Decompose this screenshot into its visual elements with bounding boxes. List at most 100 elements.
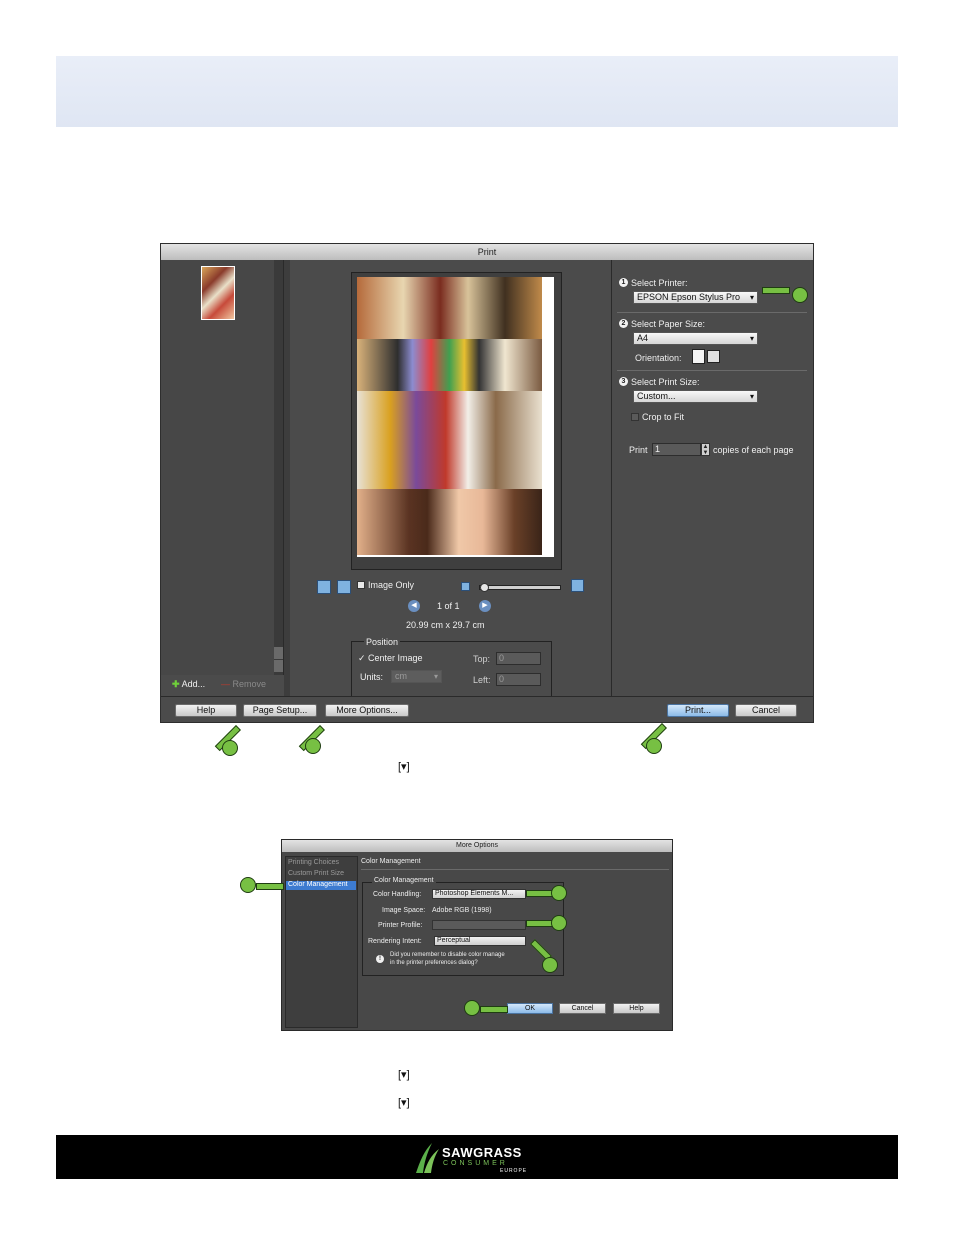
units-select[interactable]: cm: [391, 670, 442, 683]
ok-button[interactable]: OK: [507, 1003, 553, 1014]
scroll-arrow-down[interactable]: [274, 660, 283, 672]
image-only-checkbox[interactable]: [357, 581, 365, 589]
zoom-out-icon[interactable]: [461, 582, 470, 591]
select-paper-size-label: Select Paper Size:: [631, 319, 706, 329]
collage-image: [357, 277, 542, 555]
cancel-button[interactable]: Cancel: [559, 1003, 606, 1014]
sidebar-item-color-management[interactable]: Color Management: [286, 881, 356, 890]
callout-arrow-printer-profile: [526, 920, 554, 927]
paper-size-select[interactable]: A4: [633, 332, 758, 345]
fit-page-icon[interactable]: [317, 580, 331, 594]
callout-circle-page-setup: [222, 740, 238, 756]
thumbnail-scrollbar[interactable]: [274, 260, 284, 675]
page-thumbnail[interactable]: [201, 266, 235, 320]
top-label: Top:: [473, 654, 491, 664]
center-image-check-icon[interactable]: ✓: [358, 653, 366, 664]
cancel-button[interactable]: Cancel: [735, 704, 797, 717]
units-label: Units:: [360, 672, 384, 682]
position-label: Position: [364, 637, 401, 648]
section-title: Color Management: [361, 858, 421, 865]
preview-page: [357, 277, 554, 557]
bottom-bar-divider: [161, 696, 813, 697]
note-line-2: in the printer preferences dialog?: [390, 960, 478, 966]
landscape-orientation-icon[interactable]: [707, 350, 720, 363]
step-1-badge: 1: [619, 278, 628, 287]
dropdown-marker-2: [▾]: [398, 1069, 410, 1081]
center-image-label: Center Image: [368, 653, 423, 663]
print-dimensions: 20.99 cm x 29.7 cm: [406, 620, 485, 630]
copies-prefix: Print: [629, 445, 648, 455]
zoom-in-icon[interactable]: [571, 579, 584, 592]
rotate-icon[interactable]: [337, 580, 351, 594]
right-panel-divider: [611, 260, 612, 696]
rendering-intent-select[interactable]: Perceptual: [434, 936, 526, 946]
next-page-icon[interactable]: ▶: [479, 600, 491, 612]
color-handling-label: Color Handling:: [373, 891, 422, 898]
callout-circle-printer-profile: [551, 915, 567, 931]
note-line-1: Did you remember to disable color manage: [390, 952, 505, 958]
page-setup-button[interactable]: Page Setup...: [243, 704, 317, 717]
print-dialog: Print ✚ Add... — Remove Image Only ◀ 1 o…: [160, 243, 814, 723]
crop-to-fit-checkbox[interactable]: [631, 413, 639, 421]
collage-shelf: [357, 391, 542, 489]
image-space-value: Adobe RGB (1998): [432, 907, 492, 914]
crop-to-fit-label: Crop to Fit: [642, 412, 685, 422]
sidebar-item-custom-print-size[interactable]: Custom Print Size: [288, 870, 344, 877]
select-print-size-label: Select Print Size:: [631, 377, 700, 387]
sidebar-item-printing-choices[interactable]: Printing Choices: [288, 859, 339, 866]
collage-top: [357, 277, 542, 339]
callout-circle-more-options: [305, 738, 321, 754]
copies-stepper[interactable]: ▲ ▼: [701, 443, 710, 456]
printer-profile-label: Printer Profile:: [378, 922, 423, 929]
top-input[interactable]: 0: [496, 652, 541, 665]
more-options-title: More Options: [282, 840, 672, 852]
callout-circle-rendering-intent: [542, 957, 558, 973]
brand-subtitle: CONSUMER: [443, 1160, 508, 1167]
left-input[interactable]: 0: [496, 673, 541, 686]
color-handling-select[interactable]: Photoshop Elements M...: [432, 889, 526, 899]
help-button[interactable]: Help: [613, 1003, 660, 1014]
callout-arrow-color-handling: [526, 890, 554, 897]
callout-circle-color-handling: [551, 885, 567, 901]
brand-region: EUROPE: [500, 1168, 528, 1174]
separator: [617, 370, 807, 371]
callout-arrow-ok: [480, 1006, 508, 1013]
printer-profile-select[interactable]: [432, 920, 526, 930]
dropdown-marker-3: [▾]: [398, 1097, 410, 1109]
copies-input[interactable]: 1: [652, 443, 701, 456]
zoom-slider-thumb[interactable]: [480, 583, 489, 592]
print-dialog-title: Print: [161, 244, 813, 260]
page-header-band: [56, 56, 898, 127]
dropdown-marker-1: [▾]: [398, 761, 410, 773]
zoom-slider[interactable]: [479, 583, 561, 592]
thumbnail-pane: [161, 260, 276, 675]
more-options-button[interactable]: More Options...: [325, 704, 409, 717]
minus-icon: —: [221, 679, 230, 689]
step-2-badge: 2: [619, 319, 628, 328]
copies-suffix: copies of each page: [713, 445, 794, 455]
print-size-select[interactable]: Custom...: [633, 390, 758, 403]
help-button[interactable]: Help: [175, 704, 237, 717]
callout-circle-printer: [792, 287, 808, 303]
info-icon: !: [376, 955, 384, 963]
collage-colorchecker: [357, 339, 542, 391]
scroll-arrow-up[interactable]: [274, 647, 283, 659]
callout-circle-ok: [464, 1000, 480, 1016]
add-button[interactable]: ✚ Add...: [172, 679, 205, 690]
footer-bar: SAWGRASS CONSUMER EUROPE: [56, 1135, 898, 1179]
group-label: Color Management: [372, 877, 436, 884]
print-button[interactable]: Print...: [667, 704, 729, 717]
image-only-label: Image Only: [368, 580, 415, 590]
callout-arrow-color-management: [256, 883, 284, 890]
callout-circle-color-management: [240, 877, 256, 893]
left-label: Left:: [473, 675, 491, 685]
remove-button[interactable]: — Remove: [221, 679, 266, 690]
sawgrass-logo-icon: [414, 1141, 440, 1173]
pane-divider: [284, 260, 290, 696]
portrait-orientation-icon[interactable]: [692, 349, 705, 364]
printer-select[interactable]: EPSON Epson Stylus Pro: [633, 291, 758, 304]
position-group: [351, 641, 552, 697]
step-3-badge: 3: [619, 377, 628, 386]
image-space-label: Image Space:: [382, 907, 426, 914]
prev-page-icon[interactable]: ◀: [408, 600, 420, 612]
